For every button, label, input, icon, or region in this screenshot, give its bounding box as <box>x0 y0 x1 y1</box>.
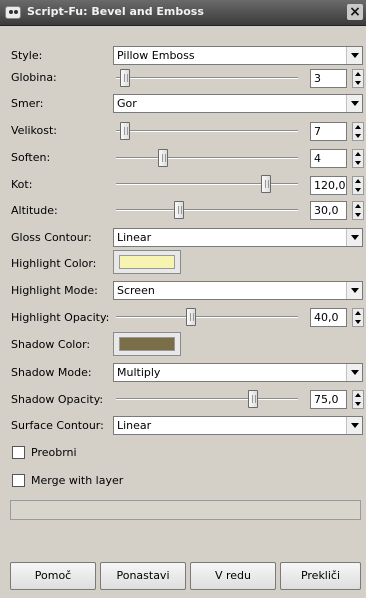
highlight-opacity-value: 40,0 <box>314 311 339 324</box>
spin-arrows-icon[interactable] <box>352 308 364 327</box>
close-icon[interactable]: × <box>347 4 363 20</box>
smer-label: Smer: <box>11 97 44 110</box>
shadow-opacity-value: 75,0 <box>314 393 339 406</box>
chevron-down-icon[interactable] <box>346 417 362 434</box>
gimp-wilber-icon <box>5 6 21 19</box>
spin-arrows-icon[interactable] <box>352 69 364 88</box>
style-label: Style: <box>11 49 43 62</box>
soften-spinbox[interactable]: 4 <box>310 149 364 168</box>
ok-button[interactable]: V redu <box>190 562 276 590</box>
soften-slider[interactable] <box>116 149 298 167</box>
gloss-contour-select[interactable]: Linear <box>113 228 363 247</box>
spin-arrows-icon[interactable] <box>352 122 364 141</box>
globina-label: Globina: <box>11 71 57 84</box>
altitude-label: Altitude: <box>11 204 58 217</box>
shadow-color-swatch <box>119 337 175 351</box>
soften-label: Soften: <box>11 151 51 164</box>
surface-contour-label: Surface Contour: <box>11 419 104 432</box>
cancel-button[interactable]: Prekliči <box>280 562 361 590</box>
highlight-mode-select[interactable]: Screen <box>113 281 363 300</box>
velikost-spinbox[interactable]: 7 <box>310 122 364 141</box>
help-button[interactable]: Pomoč <box>10 562 96 590</box>
reset-button-label: Ponastavi <box>116 569 170 582</box>
spin-arrows-icon[interactable] <box>352 390 364 409</box>
shadow-color-label: Shadow Color: <box>11 338 91 351</box>
shadow-mode-value: Multiply <box>117 366 161 379</box>
cancel-button-label: Prekliči <box>300 569 341 582</box>
kot-value: 120,0 <box>314 179 346 192</box>
shadow-opacity-label: Shadow Opacity: <box>11 393 104 406</box>
shadow-opacity-slider[interactable] <box>116 390 298 408</box>
spin-arrows-icon[interactable] <box>352 149 364 168</box>
progress-bar <box>10 500 361 520</box>
smer-select[interactable]: Gor <box>113 94 363 113</box>
highlight-color-label: Highlight Color: <box>11 257 97 270</box>
shadow-color-button[interactable] <box>113 332 181 356</box>
highlight-opacity-label: Highlight Opacity: <box>11 311 110 324</box>
globina-slider-thumb[interactable] <box>120 69 130 87</box>
globina-spinbox[interactable]: 3 <box>310 69 364 88</box>
highlight-mode-label: Highlight Mode: <box>11 284 98 297</box>
spin-arrows-icon[interactable] <box>352 176 364 195</box>
chevron-down-icon[interactable] <box>346 95 362 112</box>
velikost-slider-thumb[interactable] <box>120 122 130 140</box>
kot-label: Kot: <box>11 178 33 191</box>
ok-button-label: V redu <box>214 569 252 582</box>
help-button-label: Pomoč <box>34 569 72 582</box>
preobrni-label[interactable]: Preobrni <box>31 446 77 460</box>
highlight-opacity-spinbox[interactable]: 40,0 <box>310 308 364 327</box>
velikost-slider[interactable] <box>116 122 298 140</box>
globina-slider[interactable] <box>116 69 298 87</box>
chevron-down-icon[interactable] <box>346 47 362 64</box>
kot-slider[interactable] <box>116 175 298 193</box>
merge-with-layer-checkbox[interactable] <box>12 474 25 487</box>
chevron-down-icon[interactable] <box>346 229 362 246</box>
surface-contour-value: Linear <box>117 419 152 432</box>
preobrni-checkbox[interactable] <box>12 446 25 459</box>
globina-value: 3 <box>314 72 321 85</box>
spin-arrows-icon[interactable] <box>352 201 364 220</box>
highlight-opacity-slider-thumb[interactable] <box>186 308 196 326</box>
highlight-color-button[interactable] <box>113 250 181 274</box>
highlight-color-swatch <box>119 255 175 269</box>
velikost-label: Velikost: <box>11 124 58 137</box>
shadow-opacity-spinbox[interactable]: 75,0 <box>310 390 364 409</box>
surface-contour-select[interactable]: Linear <box>113 416 363 435</box>
title-bar: Script-Fu: Bevel and Emboss × <box>0 0 366 26</box>
window-title: Script-Fu: Bevel and Emboss <box>27 5 204 18</box>
altitude-slider[interactable] <box>116 201 298 219</box>
shadow-mode-select[interactable]: Multiply <box>113 363 363 382</box>
gloss-contour-value: Linear <box>117 231 152 244</box>
kot-slider-thumb[interactable] <box>261 175 271 193</box>
altitude-slider-thumb[interactable] <box>174 201 184 219</box>
altitude-value: 30,0 <box>314 204 339 217</box>
velikost-value: 7 <box>314 125 321 138</box>
smer-value: Gor <box>117 97 137 110</box>
chevron-down-icon[interactable] <box>346 364 362 381</box>
style-value: Pillow Emboss <box>117 49 195 62</box>
kot-spinbox[interactable]: 120,0 <box>310 176 364 195</box>
reset-button[interactable]: Ponastavi <box>100 562 186 590</box>
shadow-mode-label: Shadow Mode: <box>11 366 92 379</box>
highlight-opacity-slider[interactable] <box>116 308 298 326</box>
soften-value: 4 <box>314 152 321 165</box>
soften-slider-thumb[interactable] <box>158 149 168 167</box>
highlight-mode-value: Screen <box>117 284 155 297</box>
chevron-down-icon[interactable] <box>346 282 362 299</box>
altitude-spinbox[interactable]: 30,0 <box>310 201 364 220</box>
shadow-opacity-slider-thumb[interactable] <box>248 390 258 408</box>
style-select[interactable]: Pillow Emboss <box>113 46 363 65</box>
gloss-contour-label: Gloss Contour: <box>11 231 92 244</box>
merge-with-layer-label[interactable]: Merge with layer <box>31 474 123 488</box>
